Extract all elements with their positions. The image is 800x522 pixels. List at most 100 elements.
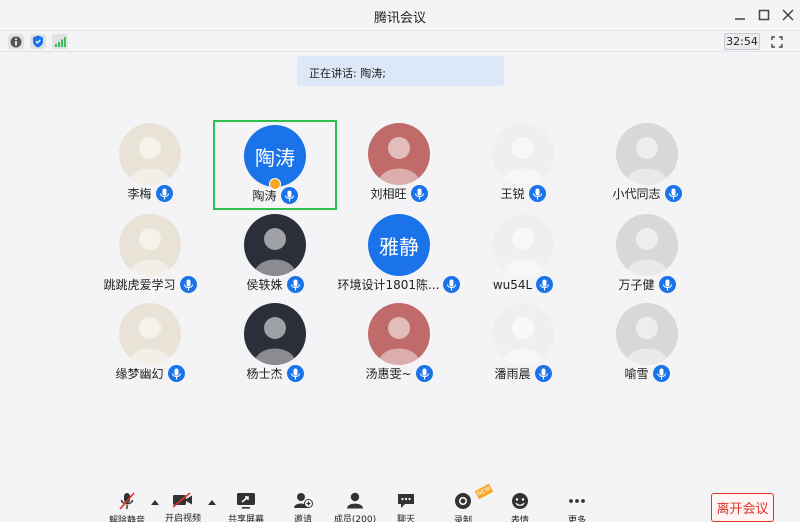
participant-name-row: 陶涛 xyxy=(215,187,335,204)
participant-tile[interactable]: 杨士杰 xyxy=(213,300,337,390)
mic-icon xyxy=(167,365,185,382)
signal-icon xyxy=(55,36,66,47)
more-button[interactable]: 更多 xyxy=(552,492,602,522)
participant-name-row: 侯轶姝 xyxy=(213,276,337,293)
emoji-icon xyxy=(509,492,531,510)
close-button[interactable] xyxy=(778,5,798,25)
mic-icon xyxy=(280,187,298,204)
participant-name: 潘雨晨 xyxy=(494,367,531,381)
meeting-info-bar: 32:54 xyxy=(0,30,800,52)
participant-name-row: 跳跳虎爱学习 xyxy=(88,276,212,293)
pop-art-woman-avatar-icon xyxy=(616,214,678,276)
dark-scene-avatar-icon xyxy=(492,214,554,276)
participant-name-row: 王锐 xyxy=(461,185,585,202)
members-label: 成员(200) xyxy=(333,515,377,522)
bottom-toolbar: 解除静音 开启视频 共享屏幕 邀请 成员(200) 聊天 录制 表情 更多 xyxy=(0,486,800,522)
participant-tile[interactable]: 缘梦幽幻 xyxy=(88,300,212,390)
video-options-caret[interactable] xyxy=(207,498,217,506)
participant-tile[interactable]: 陶涛 陶涛 xyxy=(213,120,337,210)
mic-icon xyxy=(528,185,546,202)
participant-tile[interactable]: 喻雪 xyxy=(585,300,709,390)
participant-tile[interactable]: 刘相旺 xyxy=(337,120,461,210)
network-button[interactable] xyxy=(52,34,68,49)
mic-icon xyxy=(179,276,197,293)
window-title: 腾讯会议 xyxy=(373,11,426,26)
mic-icon xyxy=(286,276,304,293)
members-button[interactable]: 成员(200) xyxy=(330,492,380,522)
maximize-button[interactable] xyxy=(754,5,774,25)
more-label: 更多 xyxy=(567,516,586,522)
start-video-button[interactable]: 开启视频 xyxy=(158,492,208,522)
participant-tile[interactable]: 王锐 xyxy=(461,120,585,210)
share-screen-label: 共享屏幕 xyxy=(227,515,264,522)
girl-pink-backpack-avatar-icon xyxy=(119,123,181,185)
leave-meeting-button[interactable]: 离开会议 xyxy=(711,493,774,522)
participant-name-row: 万子健 xyxy=(585,276,709,293)
record-icon xyxy=(452,492,474,510)
girl-with-apple-avatar-icon xyxy=(244,303,306,365)
mic-icon xyxy=(410,185,428,202)
mic-icon xyxy=(443,276,461,293)
avatar-initials: 雅静 xyxy=(368,214,430,276)
participant-name-row: 喻雪 xyxy=(585,365,709,382)
mic-icon xyxy=(155,185,173,202)
unmute-button[interactable]: 解除静音 xyxy=(102,492,152,522)
participant-name: 王锐 xyxy=(500,187,525,201)
participant-name: 万子健 xyxy=(618,278,655,292)
participant-name-row: 小代同志 xyxy=(585,185,709,202)
speaking-label: 正在讲话: xyxy=(309,67,357,80)
mic-muted-icon xyxy=(116,492,138,510)
girl-with-mask-avatar-icon xyxy=(368,303,430,365)
participant-tile[interactable]: 侯轶姝 xyxy=(213,211,337,301)
participant-tile[interactable]: 小代同志 xyxy=(585,120,709,210)
meeting-timer: 32:54 xyxy=(724,33,760,50)
meeting-info-button[interactable] xyxy=(8,34,24,49)
participant-tile[interactable]: 万子健 xyxy=(585,211,709,301)
participant-name: wu54L xyxy=(492,277,533,292)
participant-name: 李梅 xyxy=(127,187,152,201)
add-user-icon xyxy=(292,492,314,509)
invite-button[interactable]: 邀请 xyxy=(278,492,328,522)
mic-icon xyxy=(664,185,682,202)
mic-icon xyxy=(534,365,552,382)
invite-label: 邀请 xyxy=(293,515,312,522)
participant-name-row: 潘雨晨 xyxy=(461,365,585,382)
members-icon xyxy=(344,492,366,509)
participant-tile[interactable]: wu54L xyxy=(461,211,585,301)
share-screen-button[interactable]: 共享屏幕 xyxy=(221,492,271,522)
participant-tile[interactable]: 汤惠雯~ xyxy=(337,300,461,390)
caret-up-icon xyxy=(208,500,216,505)
chat-icon xyxy=(395,492,417,509)
participant-name: 侯轶姝 xyxy=(246,278,283,292)
shield-icon xyxy=(33,35,43,48)
participant-tile[interactable]: 雅静环境设计1801陈... xyxy=(337,211,461,301)
security-button[interactable] xyxy=(30,34,46,49)
participant-name: 环境设计1801陈... xyxy=(337,278,440,292)
cartoon-grandma-avatar-icon xyxy=(492,123,554,185)
title-bar: 腾讯会议 xyxy=(0,0,800,30)
share-screen-icon xyxy=(235,492,257,509)
more-icon xyxy=(566,492,588,510)
participant-name-row: wu54L xyxy=(461,276,585,293)
participant-tile[interactable]: 李梅 xyxy=(88,120,212,210)
close-icon xyxy=(782,9,794,21)
person-red-hat-avatar-icon xyxy=(368,123,430,185)
participant-name: 小代同志 xyxy=(612,187,661,201)
minimize-button[interactable] xyxy=(730,5,750,25)
unmute-label: 解除静音 xyxy=(108,516,145,522)
fullscreen-button[interactable] xyxy=(768,33,786,50)
mic-icon xyxy=(652,365,670,382)
mic-icon xyxy=(536,276,554,293)
pink-hair-girl-avatar-icon xyxy=(492,303,554,365)
info-icon xyxy=(10,36,22,47)
chat-button[interactable]: 聊天 xyxy=(381,492,431,522)
participant-name: 陶涛 xyxy=(252,189,277,203)
chat-label: 聊天 xyxy=(396,515,415,522)
participant-tile[interactable]: 跳跳虎爱学习 xyxy=(88,211,212,301)
participant-tile[interactable]: 潘雨晨 xyxy=(461,300,585,390)
dark-hair-girl-avatar-icon xyxy=(119,214,181,276)
maximize-icon xyxy=(758,9,770,21)
participant-name-row: 李梅 xyxy=(88,185,212,202)
record-label: 录制 xyxy=(453,516,472,522)
emoji-button[interactable]: 表情 xyxy=(495,492,545,522)
